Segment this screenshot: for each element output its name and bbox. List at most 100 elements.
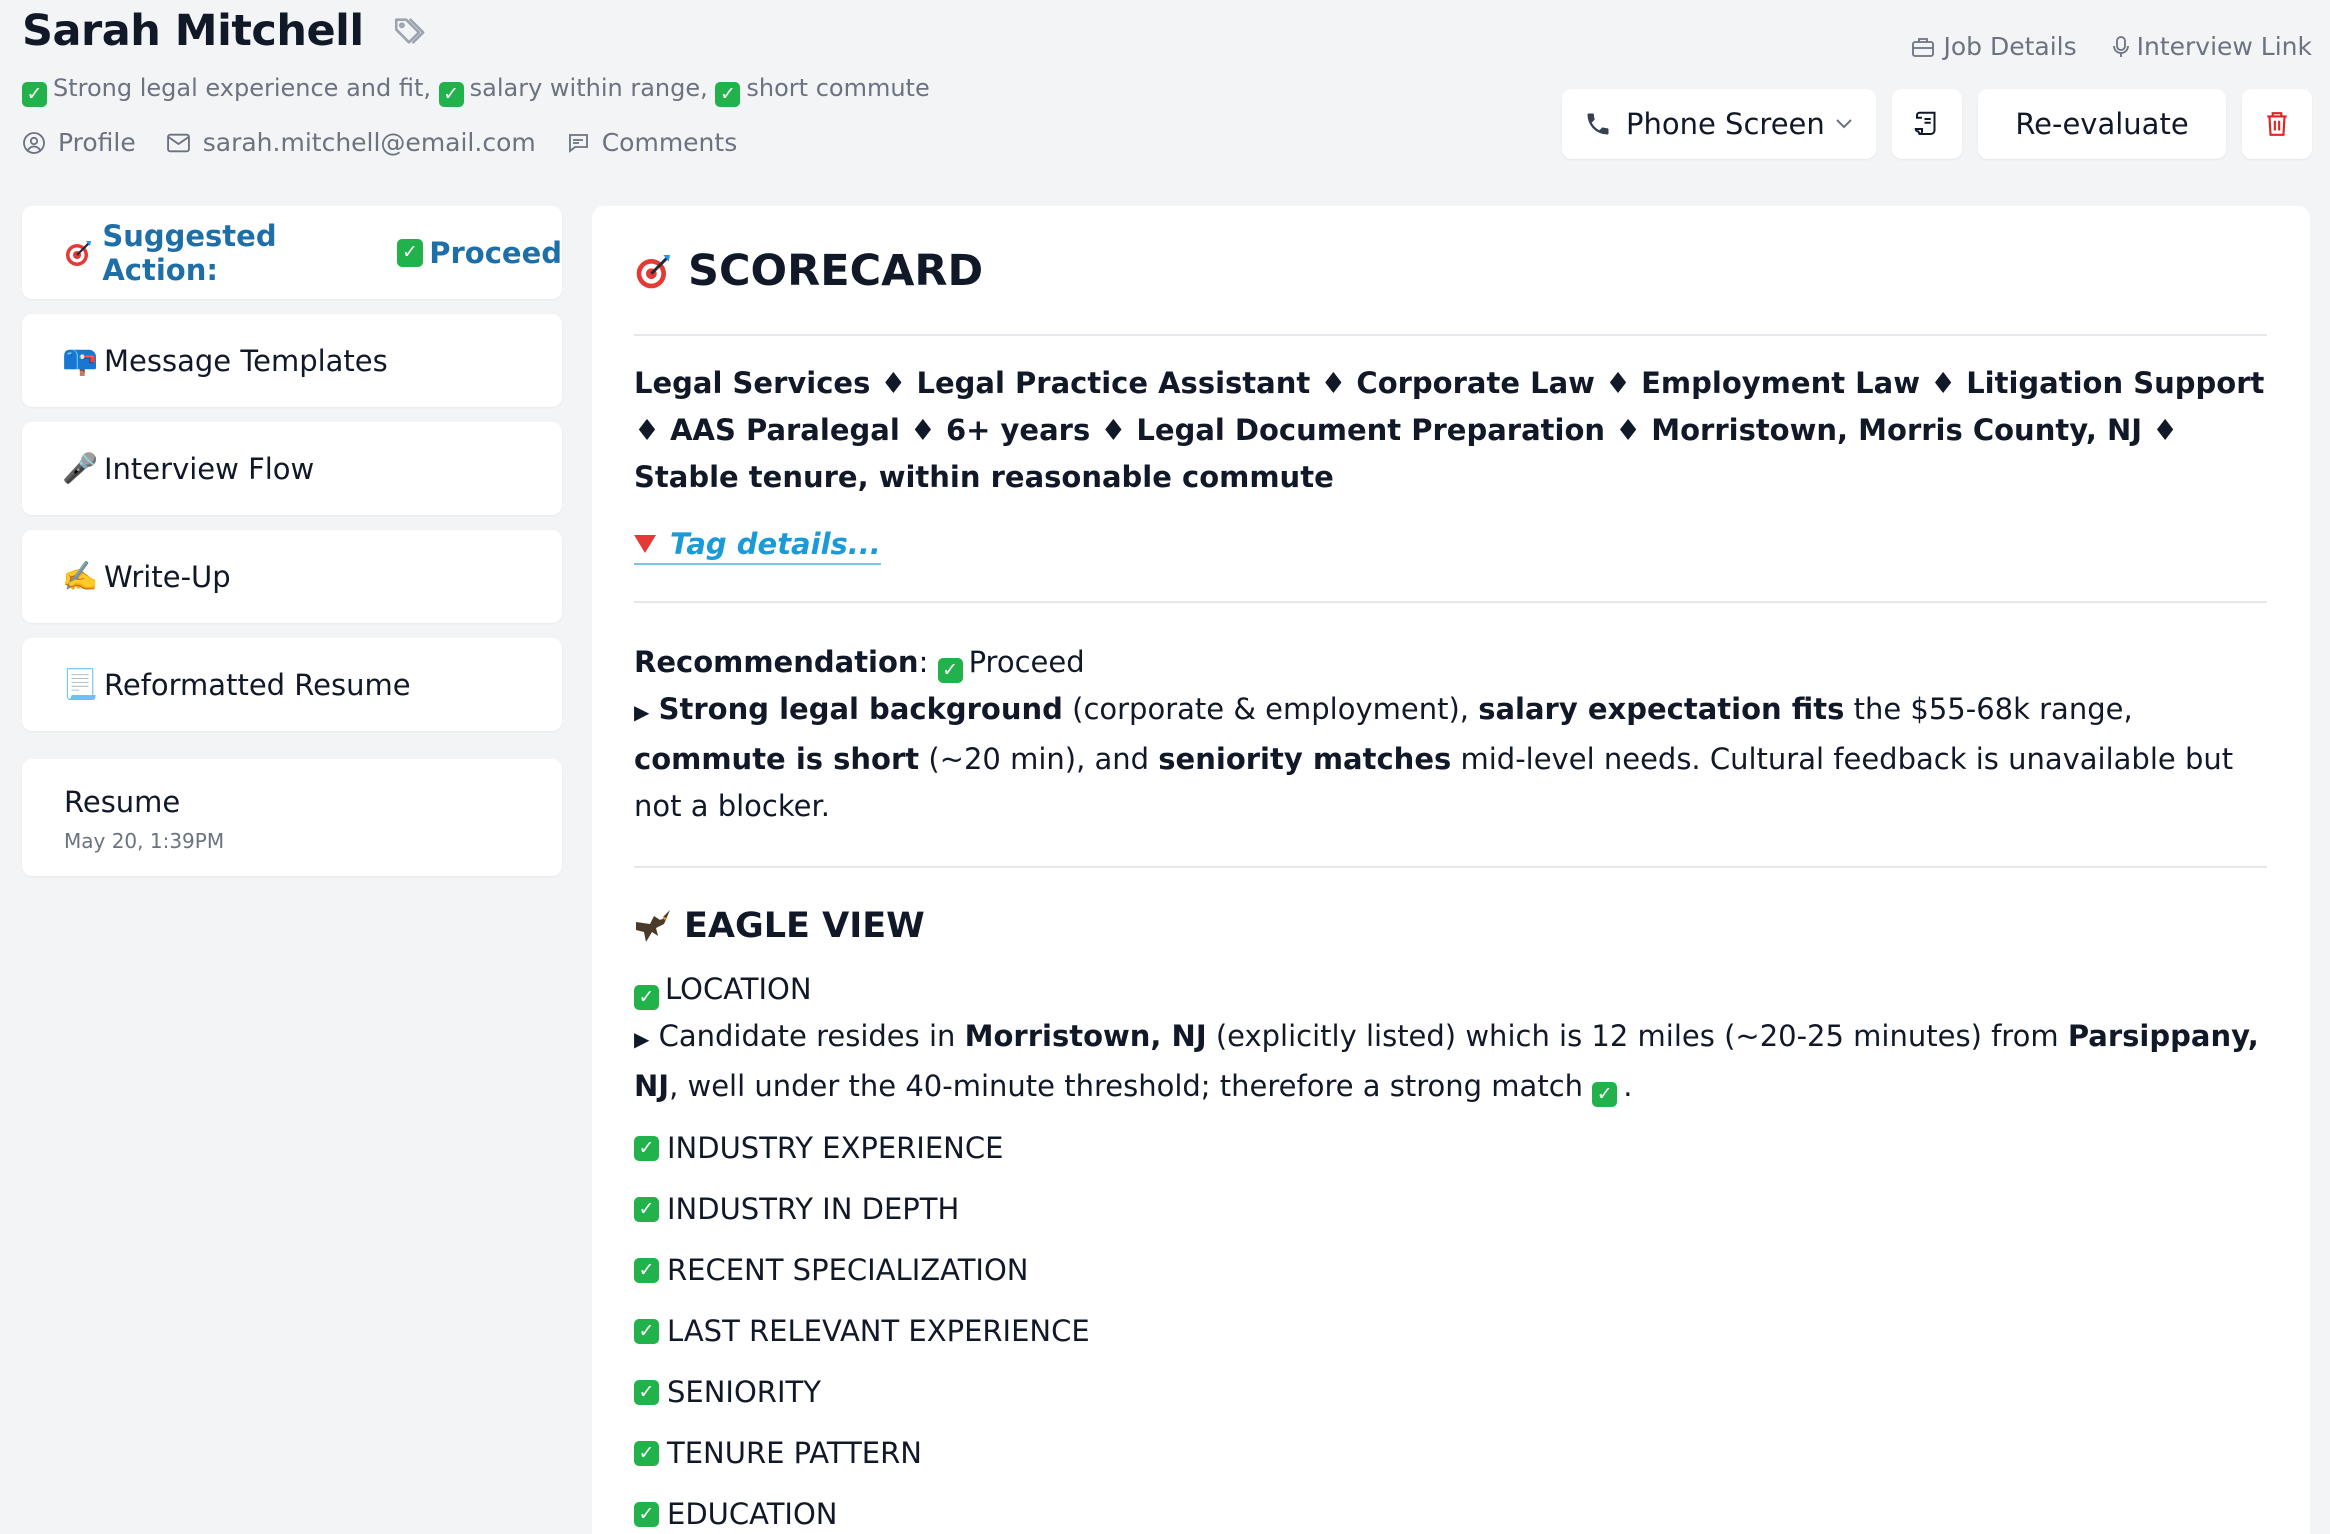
recommendation-label: Recommendation [634,645,919,679]
profile-label: Profile [58,128,136,157]
sidebar-item-label: Reformatted Resume [104,667,411,702]
summary-part: short commute [746,74,930,102]
stage-select[interactable]: Phone Screen [1562,89,1876,159]
summary-part: salary within range, [469,74,708,102]
tag-icon[interactable] [392,14,426,48]
check-icon: ✓ [22,82,47,107]
bullet-icon: ▶ [634,700,650,724]
eagle-view-item-label: SENIORITY [667,1375,821,1409]
eagle-view-item: ✓ INDUSTRY EXPERIENCE [634,1118,2268,1179]
eagle-view-item-label: RECENT SPECIALIZATION [667,1253,1029,1287]
eagle-view-item: ✓ INDUSTRY IN DEPTH [634,1179,2268,1240]
check-icon: ✓ [438,82,464,107]
eagle-view-item-label: TENURE PATTERN [667,1436,922,1470]
sidebar-item-reformatted-resume[interactable]: 📃 Reformatted Resume [22,638,562,731]
page: Sarah Mitchell ✓ Strong legal experience … [0,0,2330,1534]
rec-text: Strong legal background [658,692,1063,726]
top-links: Job Details Interview Link [1875,32,2312,61]
scroll-icon [1914,111,1936,136]
sidebar-item-message-templates[interactable]: 📪 Message Templates [22,314,562,407]
resume-date: May 20, 1:39PM [64,829,225,853]
suggested-value: Proceed [429,235,562,270]
comment-icon [568,133,588,153]
trash-icon [2267,112,2287,136]
check-icon: ✓ [634,1197,659,1222]
location-block: ✓ LOCATION ▶ Candidate resides in Morrist… [634,972,2259,1107]
sidebar-item-label: Interview Flow [104,451,315,486]
phone-icon [1587,113,1609,135]
check-icon: ✓ [634,1319,659,1344]
check-icon: ✓ [715,82,741,107]
briefcase-icon [1912,37,1935,57]
chevron-down-icon [1836,119,1852,129]
triangle-down-icon [634,535,656,553]
suggested-action-item[interactable]: Suggested Action: ✓ Proceed [22,206,562,299]
header-actions: Phone Screen Re-evaluate [1546,89,2312,159]
scroll-button[interactable] [1892,89,1962,159]
candidate-header: Sarah Mitchell ✓ Strong legal experience … [22,0,2312,190]
profile-link[interactable]: Profile [22,128,136,157]
writing-hand-icon: ✍️ [61,559,99,593]
eagle-view-item: ✓ LAST RELEVANT EXPERIENCE [634,1301,2268,1362]
check-icon: ✓ [634,1258,659,1283]
check-icon: ✓ [1592,1082,1618,1107]
job-details-label: Job Details [1943,32,2077,61]
location-label: LOCATION [665,972,812,1006]
interview-link-label: Interview Link [2136,32,2312,61]
mail-icon [166,133,190,152]
eagle-view-title: EAGLE VIEW [684,906,925,946]
candidate-meta: Profile sarah.mitchell@email.com Comment… [22,128,767,157]
location-text: Candidate resides in [658,1019,965,1053]
resume-card[interactable]: Resume May 20, 1:39PM [22,759,562,876]
eagle-view-item: ✓ TENURE PATTERN [634,1423,2268,1484]
tag-details-toggle[interactable]: Tag details... [634,527,881,565]
scorecard-title: SCORECARD [688,246,984,296]
check-icon: ✓ [396,238,424,267]
eagle-view-heading: EAGLE VIEW [634,906,2268,946]
scorecard-panel: SCORECARD Legal Services ♦ Legal Practic… [592,206,2310,1534]
check-icon: ✓ [634,1136,659,1161]
sidebar-item-write-up[interactable]: ✍️ Write-Up [22,530,562,623]
divider [634,601,2267,603]
job-details-link[interactable]: Job Details [1911,32,2077,61]
comments-link[interactable]: Comments [566,128,738,157]
rec-text: commute is short [634,742,920,776]
eagle-icon [634,908,672,944]
eagle-view-item: ✓ RECENT SPECIALIZATION [634,1240,2268,1301]
check-icon: ✓ [634,1502,659,1527]
summary-part: Strong legal experience and fit, [53,74,431,102]
eagle-view-item: ✓ SENIORITY [634,1362,2268,1423]
eagle-view-list: ✓ INDUSTRY EXPERIENCE ✓ INDUSTRY IN DEPTH … [634,1118,2268,1534]
interview-link[interactable]: Interview Link [2112,32,2312,61]
rec-text: the $55-68k range, [1844,692,2133,726]
location-text: (explicitly listed) which is 12 miles (~… [1206,1019,2068,1053]
comments-label: Comments [601,128,738,157]
rec-text: (~20 min), and [919,742,1159,776]
check-icon: ✓ [634,1380,659,1405]
email-link[interactable]: sarah.mitchell@email.com [166,128,536,157]
rec-text: (corporate & employment), [1062,692,1479,726]
check-icon: ✓ [937,658,963,683]
delete-button[interactable] [2242,89,2312,159]
location-text: , well under the 40-minute threshold; th… [669,1069,1593,1103]
sidebar-item-label: Message Templates [104,343,388,378]
reevaluate-button[interactable]: Re-evaluate [1978,89,2226,159]
stage-value: Phone Screen [1626,107,1825,141]
eagle-view-item: ✓ EDUCATION [634,1484,2268,1534]
candidate-name: Sarah Mitchell [22,6,364,56]
check-icon: ✓ [634,1441,659,1466]
divider [634,334,2267,336]
rec-text: salary expectation fits [1478,692,1845,726]
tag-details-label: Tag details... [670,527,881,561]
sidebar-item-label: Write-Up [104,559,231,594]
name-row: Sarah Mitchell [22,6,426,56]
check-icon: ✓ [634,985,659,1010]
recommendation-value: Proceed [968,645,1085,679]
scorecard-heading: SCORECARD [634,246,2268,296]
divider [634,866,2267,868]
recommendation: Recommendation: ✓ Proceed ▶ Strong legal … [634,645,2234,823]
resume-title: Resume [64,785,181,819]
sidebar: Suggested Action: ✓ Proceed 📪 Message Tem… [22,206,562,876]
user-circle-icon [23,131,45,154]
sidebar-item-interview-flow[interactable]: 🎤 Interview Flow [22,422,562,515]
